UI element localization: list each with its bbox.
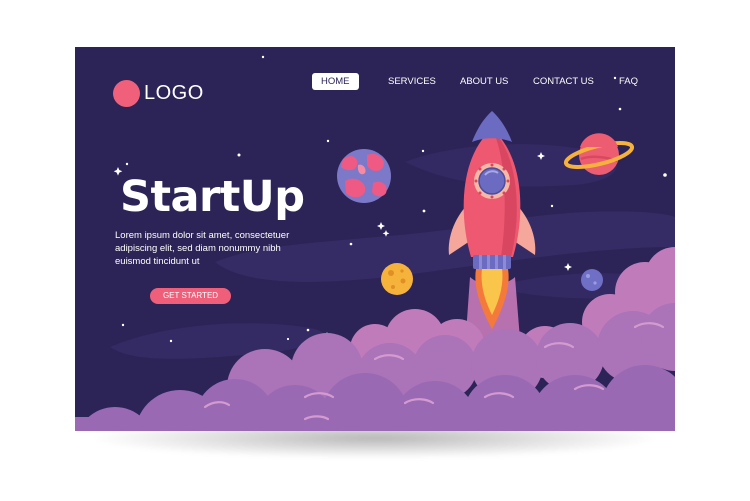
landing-page: LOGO HOME SERVICES ABOUT US CONTACT US F… [75,47,675,431]
hero-title: StartUp [120,172,305,222]
planet-ringed [563,133,635,175]
bg-swoosh [110,323,324,359]
nav-item-services[interactable]: SERVICES [388,73,436,90]
hero-description: Lorem ipsum dolor sit amet, consectetuer… [115,230,290,267]
planet-blue [581,269,603,291]
get-started-button[interactable]: GET STARTED [150,288,231,304]
planet-patterned [337,149,391,203]
planet-yellow [381,263,413,295]
nav-item-faq[interactable]: FAQ [619,73,638,90]
nav-item-about-us[interactable]: ABOUT US [460,73,508,90]
nav-item-home[interactable]: HOME [312,73,359,90]
nav-item-contact-us[interactable]: CONTACT US [533,73,594,90]
top-nav: HOME SERVICES ABOUT US CONTACT US FAQ [75,73,675,91]
rocket [448,111,536,329]
